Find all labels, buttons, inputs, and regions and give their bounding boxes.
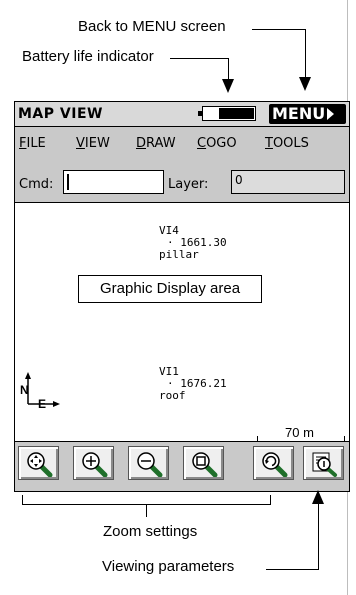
menu-button[interactable]: MENU	[269, 104, 346, 124]
callout-viewing-parameters: Viewing parameters	[102, 558, 235, 575]
cmd-label: Cmd:	[19, 177, 54, 192]
point-description: pillar	[159, 248, 199, 261]
leader-line	[228, 58, 229, 80]
play-arrow-icon	[327, 107, 335, 120]
callout-battery-life: Battery life indicator	[22, 48, 154, 65]
zoom-toolbar	[15, 442, 349, 488]
callout-zoom-settings: Zoom settings	[103, 523, 198, 540]
point-elevation-value: 1676.21	[180, 377, 227, 390]
zoom-in-button[interactable]	[73, 446, 114, 480]
graphic-display-label: Graphic Display area	[78, 275, 262, 303]
battery-cap	[198, 111, 202, 116]
zoom-window-button[interactable]	[183, 446, 224, 480]
window-title: MAP VIEW	[18, 106, 103, 122]
zoom-previous-button[interactable]	[253, 446, 294, 480]
zoom-settings-bracket	[22, 495, 271, 505]
zoom-in-icon	[82, 452, 108, 477]
arrow-down-icon	[299, 77, 311, 91]
graphic-display[interactable]: VI4 · 1661.30 pillar Graphic Display are…	[15, 202, 349, 442]
zoom-out-button[interactable]	[128, 446, 169, 480]
zoom-previous-icon	[262, 452, 288, 477]
layer-label: Layer:	[168, 177, 209, 192]
leader-line	[252, 29, 305, 30]
leader-line	[318, 503, 319, 569]
view-parameters-icon	[312, 452, 337, 477]
menu-cogo[interactable]: COGO	[197, 136, 237, 151]
leader-line	[266, 569, 319, 570]
menu-bar: FILE VIEW DRAW COGO TOOLS	[15, 136, 349, 156]
menu-tools[interactable]: TOOLS	[265, 136, 309, 151]
point-description: roof	[159, 389, 186, 402]
point-vi1[interactable]: VI1 · 1676.21 roof	[159, 366, 227, 402]
battery-level-fill	[218, 108, 254, 119]
title-bar: MAP VIEW MENU	[15, 102, 349, 127]
battery-indicator	[198, 106, 256, 121]
leader-line	[305, 29, 306, 78]
view-parameters-button[interactable]	[303, 446, 344, 480]
callout-back-to-menu: Back to MENU screen	[78, 18, 226, 35]
zoom-extents-button[interactable]	[18, 446, 59, 480]
leader-line	[170, 58, 228, 59]
menu-view[interactable]: VIEW	[76, 136, 110, 151]
menu-draw[interactable]: DRAW	[136, 136, 176, 151]
zoom-window-icon	[192, 452, 218, 477]
compass-n-label: N	[20, 383, 29, 397]
device-screen: MAP VIEW MENU FILE VIEW DRAW COGO TOOLS …	[14, 101, 350, 492]
zoom-extents-icon	[27, 452, 53, 477]
arrow-up-icon	[312, 490, 324, 504]
layer-field[interactable]: 0	[231, 170, 345, 194]
zoom-out-icon	[137, 452, 163, 477]
compass-e-label: E	[38, 397, 46, 410]
menu-button-label: MENU	[272, 104, 326, 123]
menu-file[interactable]: FILE	[19, 136, 46, 151]
text-caret	[67, 174, 69, 190]
point-vi4[interactable]: VI4 · 1661.30 pillar	[159, 225, 227, 261]
bracket-tick	[146, 505, 147, 517]
north-east-compass-icon: N E	[20, 372, 60, 410]
command-input[interactable]	[63, 170, 164, 194]
arrow-down-icon	[222, 79, 234, 93]
